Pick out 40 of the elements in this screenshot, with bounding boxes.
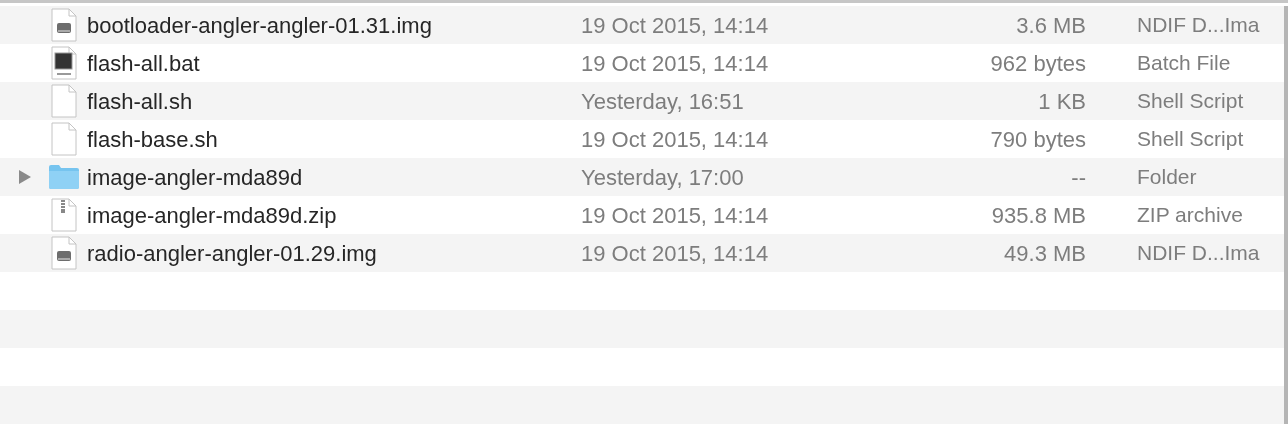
file-size: 790 bytes: [989, 125, 1086, 154]
date-modified: Yesterday, 16:51: [581, 87, 745, 116]
file-kind: NDIF D...Ima: [1137, 240, 1260, 267]
file-kind: NDIF D...Ima: [1137, 12, 1260, 39]
file-name: flash-all.sh: [87, 87, 194, 116]
file-name: flash-all.bat: [87, 49, 201, 78]
disclosure-triangle-icon[interactable]: [18, 169, 32, 185]
date-modified: 19 Oct 2015, 14:14: [581, 239, 770, 268]
file-name: bootloader-angler-angler-01.31.img: [87, 11, 433, 40]
document-icon: [50, 122, 78, 156]
file-size: 49.3 MB: [1003, 239, 1086, 268]
disk-image-icon: [50, 236, 78, 270]
zip-file-icon: [50, 198, 78, 232]
file-size: 3.6 MB: [1015, 11, 1086, 40]
file-size: 962 bytes: [989, 49, 1086, 78]
file-name: radio-angler-angler-01.29.img: [87, 239, 378, 268]
file-row[interactable]: image-angler-mda89d Yesterday, 17:00 -- Folder: [0, 158, 1284, 196]
file-size: 935.8 MB: [990, 201, 1086, 230]
file-name: image-angler-mda89d: [87, 163, 304, 192]
date-modified: 19 Oct 2015, 14:14: [581, 125, 770, 154]
file-kind: Folder: [1137, 164, 1197, 191]
file-kind: Batch File: [1137, 50, 1231, 77]
file-size: --: [1070, 163, 1086, 192]
file-size: 1 KB: [1037, 87, 1086, 116]
file-kind: Shell Script: [1137, 88, 1244, 115]
file-name: flash-base.sh: [87, 125, 219, 154]
date-modified: 19 Oct 2015, 14:14: [581, 49, 770, 78]
file-row[interactable]: radio-angler-angler-01.29.img 19 Oct 2015, 14:14 49.3 MB NDIF D...Ima: [0, 234, 1284, 272]
document-icon: [50, 84, 78, 118]
folder-icon: [48, 164, 80, 190]
file-kind: Shell Script: [1137, 126, 1244, 153]
batch-file-icon: [50, 46, 78, 80]
date-modified: 19 Oct 2015, 14:14: [581, 11, 770, 40]
date-modified: Yesterday, 17:00: [581, 163, 745, 192]
disk-image-icon: [50, 8, 78, 42]
file-name: image-angler-mda89d.zip: [87, 201, 338, 230]
date-modified: 19 Oct 2015, 14:14: [581, 201, 770, 230]
file-kind: ZIP archive: [1137, 202, 1243, 229]
file-row[interactable]: bootloader-angler-angler-01.31.img 19 Oct 2015, 14:14 3.6 MB NDIF D...Ima: [0, 6, 1284, 44]
file-row[interactable]: flash-all.sh Yesterday, 16:51 1 KB Shell Script: [0, 82, 1284, 120]
